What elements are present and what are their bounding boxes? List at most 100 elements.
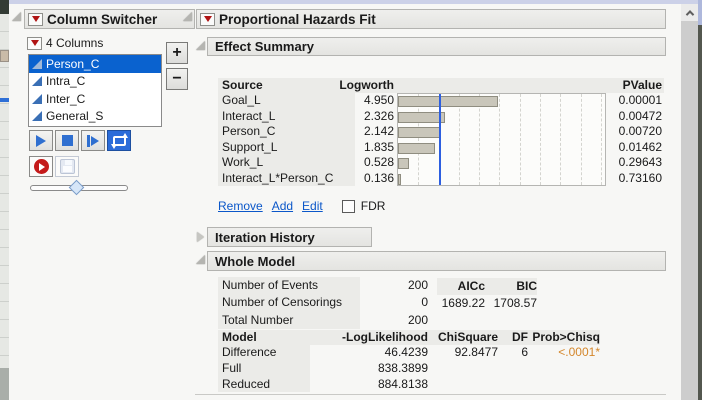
- continuous-column-icon: [32, 58, 42, 69]
- count-label: Number of Events: [218, 277, 360, 295]
- continuous-column-icon: [32, 93, 42, 104]
- fdr-label: FDR: [360, 199, 386, 213]
- loop-icon: [110, 132, 128, 149]
- column-switcher-menu-button[interactable]: [28, 12, 43, 26]
- chisquare-value: [428, 377, 498, 393]
- count-row: Number of Censorings 0: [218, 294, 432, 312]
- iteration-history-disclosure-icon[interactable]: [197, 232, 204, 242]
- df-value: [498, 377, 528, 393]
- slider-thumb[interactable]: [68, 179, 85, 196]
- model-name: Reduced: [218, 376, 310, 393]
- model-table-row: Difference 46.4239 92.8477 6 <.0001*: [218, 345, 600, 361]
- stop-button[interactable]: [55, 130, 79, 151]
- scroll-up-button[interactable]: [681, 4, 698, 21]
- list-item-general-s[interactable]: General_S: [29, 108, 161, 126]
- loglikelihood-value: 884.8138: [377, 376, 428, 391]
- aic-bic-value-row: 1689.22 1708.57: [437, 295, 537, 312]
- list-item-label: Inter_C: [46, 91, 86, 106]
- effect-summary-header-row: Source Logworth PValue: [218, 78, 664, 93]
- add-column-button[interactable]: +: [166, 42, 188, 64]
- significance-threshold-line: [438, 94, 441, 185]
- columns-count-row: 4 Columns: [27, 36, 103, 50]
- effect-summary-disclosure-icon[interactable]: [196, 41, 205, 50]
- speed-slider[interactable]: [30, 179, 128, 196]
- logworth-bar: [398, 158, 409, 169]
- effect-summary-table: Source Logworth PValue Goal_L 4.950 0.00…: [218, 78, 664, 186]
- model-table-row: Full 838.3899: [218, 360, 600, 377]
- logworth-bar-chart: [397, 93, 606, 186]
- vertical-scrollbar[interactable]: [681, 4, 698, 400]
- df-value: 6: [521, 345, 528, 359]
- background-blue-tick: [0, 98, 9, 102]
- remove-column-button[interactable]: −: [166, 68, 188, 90]
- count-value: 200: [407, 278, 428, 292]
- chisquare-value: 92.8477: [454, 345, 498, 359]
- continuous-column-icon: [32, 111, 42, 122]
- whole-model-header: Whole Model: [207, 251, 666, 271]
- window-top-border: [9, 0, 702, 4]
- loop-button[interactable]: [107, 130, 131, 151]
- columns-menu-button[interactable]: [27, 36, 42, 50]
- list-item-intra-c[interactable]: Intra_C: [29, 73, 161, 91]
- report-menu-button[interactable]: [200, 12, 215, 26]
- play-icon: [36, 134, 46, 147]
- effect-source: Interact_L: [218, 108, 355, 124]
- edit-link[interactable]: Edit: [302, 199, 323, 213]
- red-triangle-icon: [203, 16, 212, 22]
- step-icon: [87, 134, 99, 147]
- effect-logworth: 4.950: [363, 93, 394, 107]
- column-switcher-header: Column Switcher: [24, 9, 195, 29]
- background-table-rows: [0, 14, 9, 368]
- whole-model-disclosure-icon[interactable]: [196, 255, 205, 264]
- effect-pvalue: 0.00001: [618, 93, 662, 107]
- whole-model-title: Whole Model: [215, 253, 296, 269]
- effect-logworth: 2.326: [363, 108, 394, 123]
- whole-model-counts: Number of Events 200 Number of Censoring…: [218, 277, 432, 329]
- column-list[interactable]: Person_C Intra_C Inter_C General_S: [28, 54, 162, 127]
- aic-bic-header-row: AICc BIC: [437, 278, 537, 295]
- report-header: Proportional Hazards Fit: [196, 9, 666, 29]
- effect-summary-header: Effect Summary: [207, 37, 666, 56]
- effect-source: Goal_L: [218, 93, 355, 109]
- prob-chisq-value: [528, 377, 600, 393]
- bic-value: 1708.57: [493, 296, 537, 310]
- df-header: DF: [512, 330, 528, 344]
- fdr-checkbox[interactable]: [341, 199, 355, 213]
- list-item-label: Intra_C: [46, 74, 86, 89]
- stop-icon: [61, 135, 73, 146]
- count-value: 0: [421, 295, 428, 310]
- report-disclosure-icon[interactable]: [183, 12, 192, 21]
- column-switcher-disclosure-icon[interactable]: [12, 12, 21, 21]
- count-row: Number of Events 200: [218, 277, 432, 295]
- remove-link[interactable]: Remove: [218, 199, 263, 213]
- effect-source: Interact_L*Person_C: [218, 170, 355, 186]
- model-name: Difference: [218, 345, 310, 361]
- step-button[interactable]: [81, 130, 105, 151]
- list-item-inter-c[interactable]: Inter_C: [29, 90, 161, 108]
- list-item-label: Person_C: [46, 56, 100, 71]
- save-button[interactable]: [55, 156, 79, 177]
- effect-pvalue: 0.00472: [618, 108, 662, 123]
- record-button[interactable]: [29, 156, 53, 177]
- count-row: Total Number 200: [218, 311, 432, 329]
- model-table-header-row: Model -LogLikelihood ChiSquare DF Prob>C…: [218, 330, 600, 345]
- effect-logworth: 0.136: [363, 170, 394, 185]
- logworth-bar: [398, 127, 442, 138]
- continuous-column-icon: [32, 76, 42, 87]
- play-button[interactable]: [29, 130, 53, 151]
- window-right-border-top: [698, 0, 702, 25]
- prob-chisq-header: Prob>Chisq: [532, 330, 600, 344]
- prob-chisq-value: <.0001*: [558, 345, 600, 359]
- add-link[interactable]: Add: [272, 199, 293, 213]
- list-item-person-c[interactable]: Person_C: [29, 55, 161, 73]
- effect-source: Work_L: [218, 155, 355, 171]
- effect-pvalue: 0.00720: [618, 124, 662, 138]
- iteration-history-title: Iteration History: [215, 229, 315, 245]
- columns-count-label: 4 Columns: [46, 36, 104, 50]
- logworth-bar: [398, 142, 436, 154]
- aicc-header: AICc: [457, 279, 485, 293]
- model-name: Full: [218, 360, 310, 377]
- loglikelihood-value: 46.4239: [384, 345, 428, 359]
- logworth-bar: [398, 96, 499, 107]
- loglikelihood-value: 838.3899: [377, 360, 428, 375]
